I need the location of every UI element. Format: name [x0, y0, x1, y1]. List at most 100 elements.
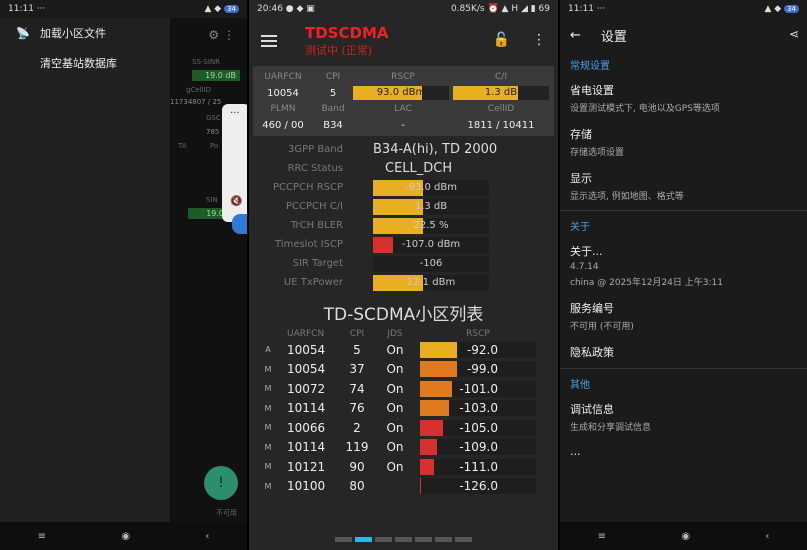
- panel-left: 11:11 ··· ▲ ◆ 34 ⚙ ⋮ SS-SINR 19.0 dB gCe…: [0, 0, 247, 550]
- metric-value: 22.5 %: [413, 219, 449, 231]
- grid-head-cellid: CellID: [487, 104, 515, 114]
- cell-rscp-fill: [420, 361, 458, 378]
- page-indicator: [249, 537, 558, 542]
- cell-uarfcn: 10114: [287, 440, 326, 455]
- category-about: 关于: [570, 222, 590, 233]
- more-icon[interactable]: ···: [230, 108, 240, 119]
- grid-lac: -: [401, 119, 405, 131]
- settings-item-privacy[interactable]: 隐私政策: [560, 338, 807, 366]
- cell-rscp-bar: -101.0: [420, 380, 536, 397]
- panel-right: 11:11 ··· ▲ ◆ 34 ← 设置 ⋖ 常规设置 省电设置 设置测试模式…: [560, 0, 807, 550]
- grid-head-plmn: PLMN: [270, 104, 296, 114]
- antenna-icon: 📡: [16, 26, 30, 40]
- cell-row[interactable]: M 10114 76 On -103.0: [249, 399, 558, 419]
- cell-rscp: -126.0: [459, 479, 498, 494]
- metric-bar: 22.5 %: [373, 217, 489, 234]
- page-dot[interactable]: [415, 537, 432, 542]
- metric-row: PCCPCH C/I 1.3 dB: [249, 197, 558, 216]
- metric-bar: 1.3 dB: [373, 198, 489, 215]
- bg-785: 785: [206, 128, 220, 136]
- gear-icon: ⚙ ⋮: [208, 28, 235, 42]
- category-other: 其他: [570, 380, 590, 391]
- share-icon[interactable]: ⋖: [789, 27, 799, 41]
- page-dot[interactable]: [455, 537, 472, 542]
- back-arrow-icon[interactable]: ←: [570, 28, 581, 43]
- cell-cpi: 90: [349, 459, 365, 474]
- cell-rscp-bar: -99.0: [420, 361, 536, 378]
- cell-row[interactable]: M 10054 37 On -99.0: [249, 360, 558, 380]
- status-time: 11:11: [568, 4, 594, 14]
- settings-item-more[interactable]: ...: [560, 439, 807, 464]
- metric-key: PCCPCH C/I: [285, 201, 343, 212]
- item-title: ...: [570, 445, 581, 458]
- cell-uarfcn: 10114: [287, 401, 326, 416]
- drawer-item-load-cell-file[interactable]: 📡 加载小区文件: [0, 18, 170, 48]
- back-nav-icon[interactable]: ‹: [205, 531, 209, 542]
- page-dot[interactable]: [435, 537, 452, 542]
- cell-uarfcn: 10100: [287, 479, 326, 494]
- metric-key: Timeslot ISCP: [275, 239, 343, 250]
- menu-icon[interactable]: [261, 35, 277, 47]
- bg-label-sinr: SS-SINR: [192, 58, 221, 66]
- status-bar: 11:11 ··· ▲ ◆ 34: [0, 0, 247, 18]
- cell-cpi: 37: [349, 362, 365, 377]
- panel-middle: 20:46 ● ◆ ▣ 0.85K/s ⏰ ▲ H ◢ ▮ 69 TDSCDMA…: [249, 0, 558, 550]
- page-dot[interactable]: [335, 537, 352, 542]
- category-general: 常规设置: [570, 61, 610, 72]
- menu-nav-icon[interactable]: ≡: [38, 531, 46, 542]
- home-nav-icon[interactable]: ◉: [681, 531, 690, 542]
- status-time: 20:46: [257, 4, 283, 14]
- mute-icon[interactable]: 🔇: [230, 196, 242, 207]
- system-nav-bar: ≡ ◉ ‹: [560, 522, 807, 550]
- settings-item-debug[interactable]: 调试信息 生成和分享调试信息: [560, 395, 807, 439]
- cell-row[interactable]: M 10114 119 On -109.0: [249, 438, 558, 458]
- item-summary: 不可用 (不可用): [570, 322, 634, 332]
- cell-type: M: [264, 462, 272, 472]
- page-dot[interactable]: [395, 537, 412, 542]
- cell-row[interactable]: M 10100 80 -126.0: [249, 477, 558, 497]
- bg-label-gsc: GSC: [206, 114, 221, 122]
- edge-handle[interactable]: [232, 214, 247, 234]
- cell-rscp-bar: -126.0: [420, 478, 536, 495]
- page-dot-active[interactable]: [355, 537, 372, 542]
- fab-button[interactable]: !: [204, 466, 238, 500]
- page-dot[interactable]: [375, 537, 392, 542]
- grid-head-ci: C/I: [495, 72, 507, 82]
- metric-value: -93.0 dBm: [404, 181, 457, 193]
- cell-row[interactable]: M 10121 90 On -111.0: [249, 457, 558, 477]
- settings-item-about[interactable]: 关于... 4.7.14 china @ 2025年12月24日 上午3:11: [560, 237, 807, 294]
- status-bar: 11:11 ··· ▲ ◆ 34: [560, 0, 807, 18]
- grid-cellid: 1811 / 10411: [467, 119, 535, 131]
- settings-item-power[interactable]: 省电设置 设置测试模式下, 电池以及GPS等选项: [560, 76, 807, 120]
- divider: [560, 210, 807, 211]
- lock-icon[interactable]: 🔓: [493, 32, 510, 48]
- settings-item-storage[interactable]: 存储 存储选项设置: [560, 120, 807, 164]
- cell-type: M: [264, 403, 272, 413]
- item-title: 关于...: [570, 245, 603, 258]
- grid-uarfcn: 10054: [267, 87, 299, 99]
- home-nav-icon[interactable]: ◉: [121, 531, 130, 542]
- back-nav-icon[interactable]: ‹: [765, 531, 769, 542]
- metric-value: 1.3 dB: [414, 200, 448, 212]
- settings-title: 设置: [600, 29, 627, 45]
- cell-head-rscp: RSCP: [466, 328, 490, 339]
- settings-item-display[interactable]: 显示 显示选项, 例如地图、格式等: [560, 164, 807, 208]
- app-title: TDSCDMA: [305, 24, 389, 42]
- menu-nav-icon[interactable]: ≡: [598, 531, 606, 542]
- cell-row[interactable]: A 10054 5 On -92.0: [249, 340, 558, 360]
- cell-rscp-fill: [420, 439, 438, 456]
- overflow-menu-icon[interactable]: ⋮: [532, 32, 546, 48]
- drawer-item-clear-database[interactable]: 清空基站数据库: [0, 48, 170, 78]
- cell-jds: On: [386, 381, 404, 396]
- item-summary: 存储选项设置: [570, 148, 625, 158]
- settings-item-service-number[interactable]: 服务编号 不可用 (不可用): [560, 294, 807, 338]
- app-subtitle: 测试中 (正常): [305, 44, 373, 57]
- cell-cpi: 80: [349, 479, 365, 494]
- item-title: 显示: [570, 172, 592, 185]
- cell-row[interactable]: M 10072 74 On -101.0: [249, 379, 558, 399]
- cell-rscp-fill: [420, 341, 458, 358]
- floating-panel[interactable]: ··· 🔇: [222, 104, 247, 222]
- status-icons: 0.85K/s ⏰ ▲ H ◢ ▮ 69: [450, 4, 550, 14]
- cell-row[interactable]: M 10066 2 On -105.0: [249, 418, 558, 438]
- status-bar: 20:46 ● ◆ ▣ 0.85K/s ⏰ ▲ H ◢ ▮ 69: [257, 4, 550, 14]
